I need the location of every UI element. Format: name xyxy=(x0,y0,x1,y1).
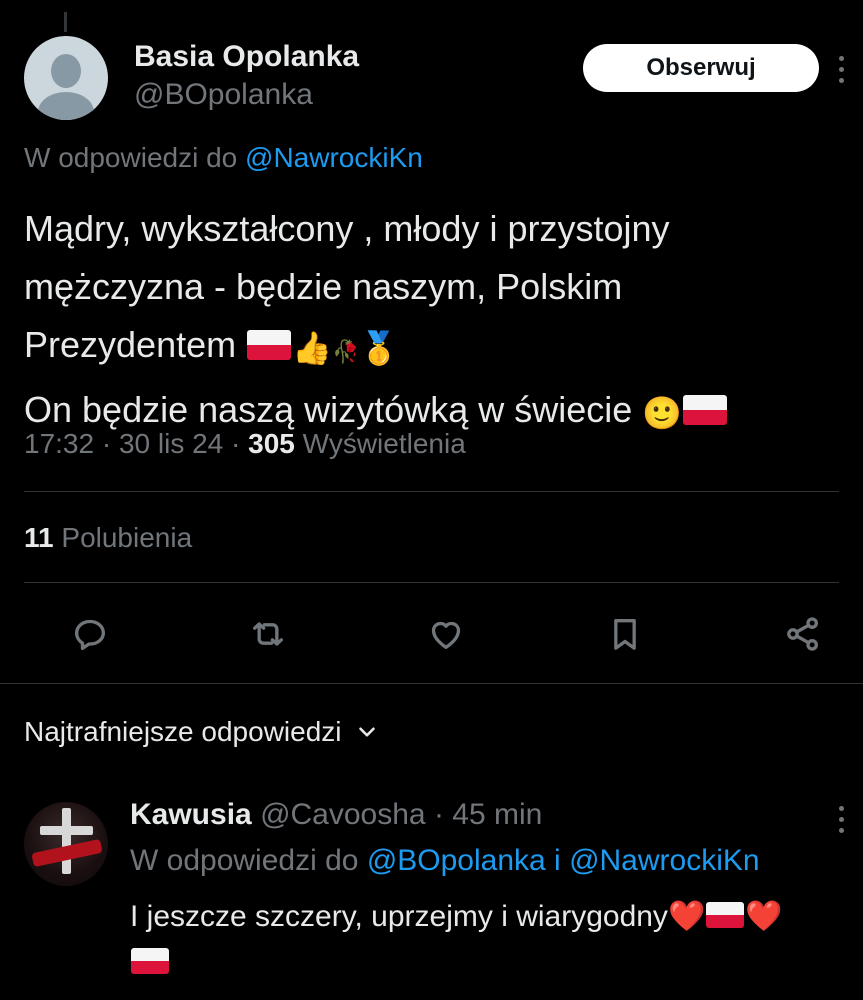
author-display-name[interactable]: Basia Opolanka xyxy=(134,40,359,74)
tweet-text-line-2: mężczyzna - będzie naszym, Polskim xyxy=(24,266,623,307)
thread-connector-line xyxy=(64,12,67,32)
author-avatar[interactable] xyxy=(24,36,108,120)
cross-shape xyxy=(62,808,71,874)
likes-count: 11 xyxy=(24,522,54,553)
likes-label: Polubienia xyxy=(61,522,193,553)
views-count: 305 xyxy=(248,428,295,459)
medal-emoji: 🥇 xyxy=(359,330,400,366)
reply-author-handle[interactable]: @Cavoosha xyxy=(260,798,426,831)
poland-flag-emoji-4 xyxy=(131,948,169,974)
follow-button[interactable]: Obserwuj xyxy=(583,44,819,92)
tweet-text-line-1: Mądry, wykształcony , młody i przystojny xyxy=(24,208,670,249)
poland-flag-emoji-3 xyxy=(706,902,745,928)
reply-author-name[interactable]: Kawusia xyxy=(130,798,252,831)
thumbs-up-emoji: 👍 xyxy=(292,330,332,366)
reply-to-mention[interactable]: @NawrockiKn xyxy=(245,142,423,173)
avatar-head-shape xyxy=(51,54,81,88)
reply-item[interactable]: Kawusia @Cavoosha · 45 min W odpowiedzi … xyxy=(24,798,863,998)
flower-emoji: 🥀 xyxy=(331,339,360,364)
poland-flag-emoji-2 xyxy=(683,395,728,425)
reply-header: Kawusia @Cavoosha · 45 min xyxy=(130,798,543,831)
tweet-actions-bar xyxy=(0,612,863,658)
avatar-body-shape xyxy=(38,92,94,120)
reply-author-avatar[interactable] xyxy=(24,802,108,886)
reply-to-line: W odpowiedzi do @NawrockiKn xyxy=(24,142,423,174)
tweet-text: Mądry, wykształcony , młody i przystojny… xyxy=(24,200,834,442)
tweet-time[interactable]: 17:32 xyxy=(24,428,94,459)
share-icon[interactable] xyxy=(781,612,825,656)
tweet-text-line-3-words: Prezydentem xyxy=(24,324,237,365)
like-icon[interactable] xyxy=(424,612,468,656)
reply-text: I jeszcze szczery, uprzejmy i wiarygodny… xyxy=(130,894,860,986)
views-label: Wyświetlenia xyxy=(302,428,466,459)
cross-shape xyxy=(40,826,93,835)
chevron-down-icon xyxy=(358,727,375,737)
reply-to-mention-1[interactable]: @BOpolanka xyxy=(367,844,546,877)
replies-sort-dropdown[interactable]: Najtrafniejsze odpowiedzi xyxy=(24,716,380,748)
tweet-date[interactable]: 30 lis 24 xyxy=(119,428,223,459)
tweet-meta: 17:32 · 30 lis 24 · 305 Wyświetlenia xyxy=(24,428,466,459)
smiley-emoji: 🙂 xyxy=(642,395,683,431)
reply-more-options-icon[interactable] xyxy=(839,806,847,839)
divider xyxy=(24,491,839,492)
retweet-icon[interactable] xyxy=(246,612,290,656)
reply-time[interactable]: 45 min xyxy=(452,798,542,831)
likes-summary[interactable]: 11 Polubienia xyxy=(24,522,192,554)
sort-label: Najtrafniejsze odpowiedzi xyxy=(24,716,342,747)
more-options-icon[interactable] xyxy=(839,56,847,86)
reply-to-mention-2[interactable]: @NawrockiKn xyxy=(569,844,760,877)
reply-to-joiner: i xyxy=(554,844,561,877)
reply-to-prefix: W odpowiedzi do xyxy=(24,142,238,173)
poland-flag-emoji xyxy=(247,330,292,360)
reply-text-words: I jeszcze szczery, uprzejmy i wiarygodny xyxy=(130,900,668,933)
reply-reply-to-line: W odpowiedzi do @BOpolanka i @NawrockiKn xyxy=(130,844,760,878)
divider xyxy=(24,582,839,583)
reply-to-prefix: W odpowiedzi do xyxy=(130,844,359,877)
red-heart-emoji-2: ❤️ xyxy=(745,900,783,933)
section-divider xyxy=(0,683,863,684)
tweet-text-line-3: Prezydentem 👍🥀🥇 xyxy=(24,316,834,381)
bookmark-icon[interactable] xyxy=(603,612,647,656)
tweet-author-row: Basia Opolanka @BOpolanka Obserwuj xyxy=(24,36,863,120)
reply-icon[interactable] xyxy=(68,612,112,656)
author-handle[interactable]: @BOpolanka xyxy=(134,78,313,112)
red-heart-emoji: ❤️ xyxy=(667,900,706,933)
tweet-text-line-4-words: On będzie naszą wizytówką w świecie xyxy=(24,389,633,430)
